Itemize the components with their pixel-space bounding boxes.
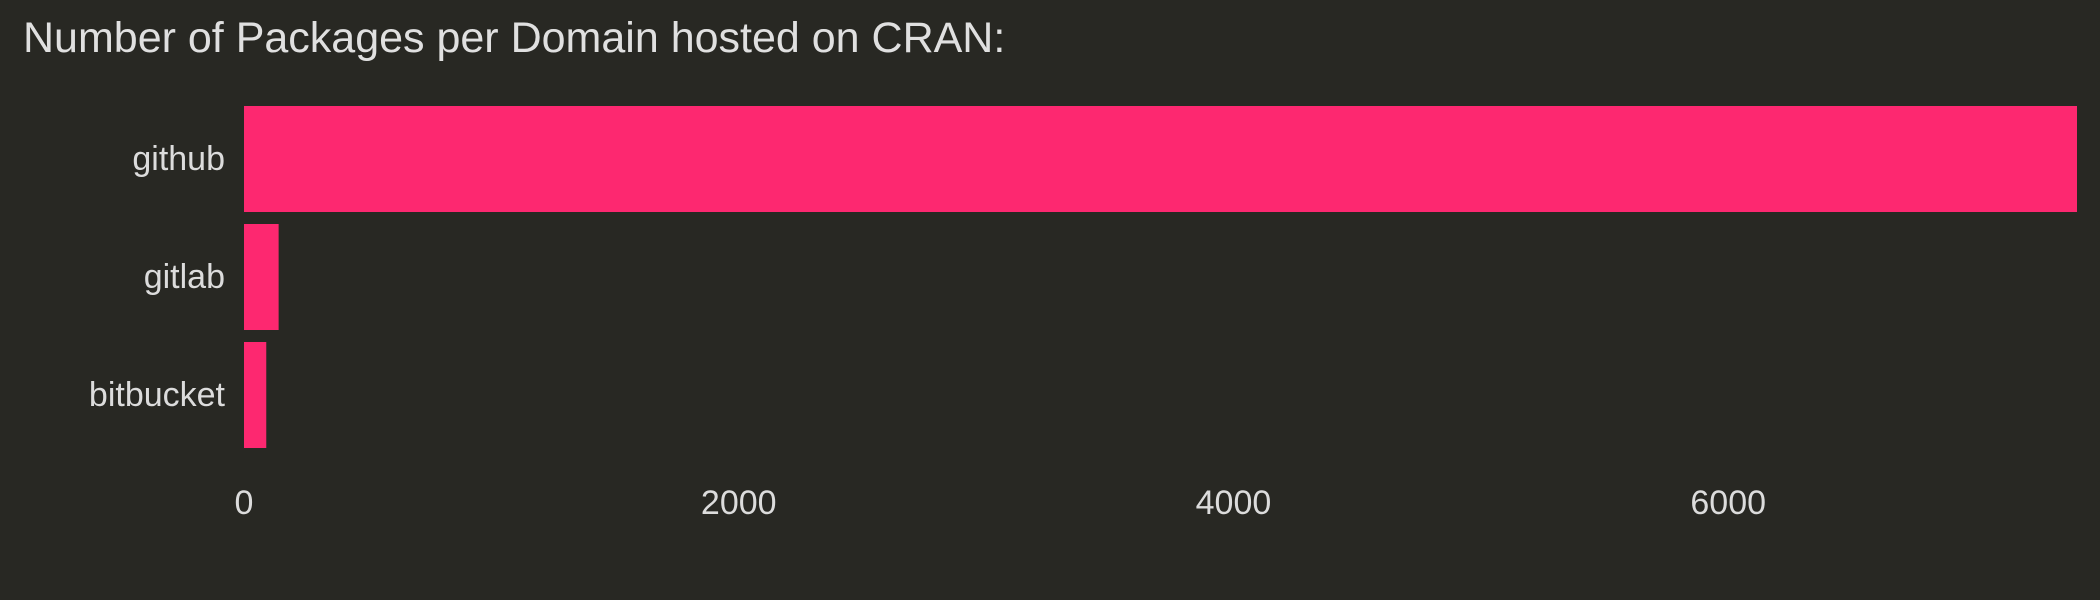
bar-bitbucket bbox=[244, 342, 267, 448]
category-label-gitlab: gitlab bbox=[144, 258, 225, 296]
bar-github bbox=[244, 106, 2077, 212]
x-axis-ticks: 0 2000 4000 6000 bbox=[235, 484, 1766, 522]
x-tick-label: 6000 bbox=[1690, 484, 1766, 522]
bar-chart: github gitlab bitbucket 0 2000 4000 6000 bbox=[89, 106, 2077, 522]
x-tick-label: 4000 bbox=[1196, 484, 1272, 522]
x-tick-label: 2000 bbox=[701, 484, 777, 522]
category-label-bitbucket: bitbucket bbox=[89, 376, 226, 414]
category-labels: github gitlab bitbucket bbox=[89, 140, 226, 414]
bar-group bbox=[244, 106, 2077, 448]
bar-gitlab bbox=[244, 224, 279, 330]
category-label-github: github bbox=[132, 140, 225, 178]
x-tick-label: 0 bbox=[235, 484, 254, 522]
